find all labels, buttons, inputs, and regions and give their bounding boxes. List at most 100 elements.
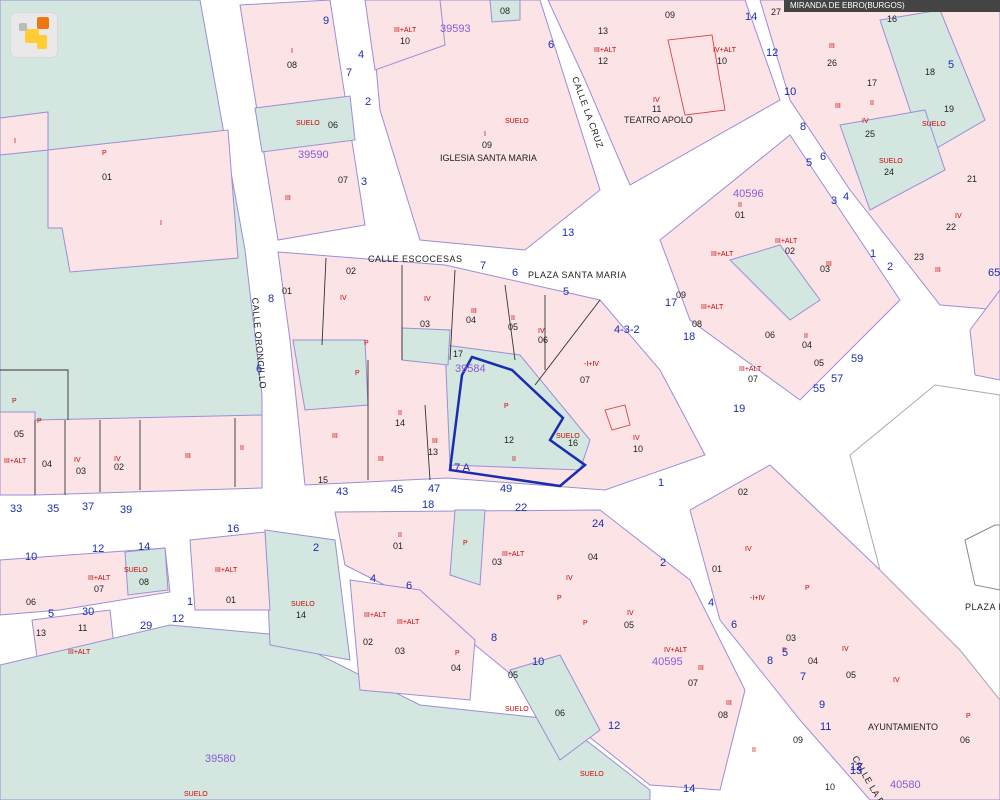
- parcel-label: 05: [814, 358, 824, 368]
- house-number: 49: [500, 483, 512, 495]
- category-label-ii: II: [804, 333, 808, 340]
- parcel-label: 10: [717, 56, 727, 66]
- parcel-label: 04: [42, 459, 52, 469]
- category-label-iii: III: [471, 308, 477, 315]
- house-number: 10: [532, 656, 544, 668]
- house-number: 30: [82, 606, 94, 618]
- house-number: 17: [665, 297, 677, 309]
- category-label-iv: IV: [955, 213, 962, 220]
- category-label-suelo: SUELO: [556, 433, 580, 440]
- parcel-label: 09: [482, 140, 492, 150]
- catastro-logo-icon[interactable]: [10, 12, 58, 58]
- cadastral-map[interactable]: CALLE ESCOCESAS PLAZA SANTA MARIA CALLE …: [0, 0, 1000, 800]
- parcel-label: 17: [867, 78, 877, 88]
- house-number: 35: [47, 503, 59, 515]
- parcel-label: 06: [960, 735, 970, 745]
- category-label-ii: II: [870, 100, 874, 107]
- category-label-iii: III: [935, 267, 941, 274]
- category-label-iii: III: [698, 665, 704, 672]
- house-number: 2: [365, 96, 371, 108]
- house-number: 2: [887, 261, 893, 273]
- parcel-label: 12: [598, 56, 608, 66]
- category-label-iv: IV: [74, 457, 81, 464]
- parcel-top-left[interactable]: [0, 111, 49, 156]
- parcel-label: 03: [492, 557, 502, 567]
- parcel-03-small[interactable]: [401, 327, 451, 366]
- parcel-01-left[interactable]: [47, 129, 239, 273]
- parcel-05-left[interactable]: [0, 411, 36, 496]
- category-label-iii: III: [726, 700, 732, 707]
- category-label-p: P: [364, 340, 369, 347]
- parcel-label: 12: [504, 435, 514, 445]
- house-number: 12: [766, 47, 778, 59]
- house-number: 3: [361, 176, 367, 188]
- parcel-label: 04: [808, 656, 818, 666]
- parcel-label: 10: [825, 782, 835, 792]
- house-number: 2: [660, 557, 666, 569]
- parcel-label: 22: [946, 222, 956, 232]
- category-label-ii: II: [511, 315, 515, 322]
- category-label-iv: IV: [842, 646, 849, 653]
- parcel-label: 23: [914, 252, 924, 262]
- category-label-iv: IV: [627, 610, 634, 617]
- block-number-39593: 39593: [440, 23, 471, 35]
- logo-square-yellow-2: [37, 35, 47, 49]
- parcel-label: 08: [500, 6, 510, 16]
- house-number: 4: [708, 597, 714, 609]
- parcel-label: 03: [76, 466, 86, 476]
- parcel-label: 05: [508, 322, 518, 332]
- house-number: 33: [10, 503, 22, 515]
- logo-graphic: [19, 17, 49, 49]
- parcel-18-green[interactable]: [449, 509, 486, 586]
- house-number: 1: [658, 477, 664, 489]
- category-label-iii: III: [285, 195, 291, 202]
- block-number-39580: 39580: [205, 753, 236, 765]
- parcel-label: 08: [692, 319, 702, 329]
- house-number: 4: [843, 191, 849, 203]
- category-label-iii-alt: III+ALT: [394, 27, 417, 34]
- house-number: 4: [358, 49, 364, 61]
- parcel-label: 07: [688, 678, 698, 688]
- parcel-label: 05: [624, 620, 634, 630]
- parcel-row-left[interactable]: [34, 414, 263, 496]
- category-label-ii: II: [240, 445, 244, 452]
- map-title: MIRANDA DE EBRO(BURGOS): [790, 1, 905, 10]
- category-label-iii-alt: III+ALT: [775, 238, 798, 245]
- house-number: 8: [767, 655, 773, 667]
- house-number: 14: [745, 11, 757, 23]
- parcel-label: 02: [346, 266, 356, 276]
- house-number: 55: [813, 383, 825, 395]
- category-label-iii-alt: III+ALT: [215, 567, 238, 574]
- category-label-iii-alt: III+ALT: [68, 649, 91, 656]
- parcel-label: 01: [226, 595, 236, 605]
- category-label-p: P: [504, 403, 509, 410]
- category-label-i: I: [291, 48, 293, 55]
- category-label-iii-alt: III+ALT: [4, 458, 27, 465]
- parcel-label: 14: [395, 418, 405, 428]
- category-label-iii: III: [432, 438, 438, 445]
- parcel-label: 06: [555, 708, 565, 718]
- house-number: 5: [48, 608, 54, 620]
- category-label-iv: IV: [893, 677, 900, 684]
- house-number: 19: [733, 403, 745, 415]
- house-number: 6: [820, 151, 826, 163]
- category-label-p: P: [805, 585, 810, 592]
- parcel-label: 10: [400, 36, 410, 46]
- category-label-p: P: [557, 595, 562, 602]
- category-label-p: P: [966, 713, 971, 720]
- category-label-iii: III: [185, 453, 191, 460]
- parcel-label: 03: [786, 633, 796, 643]
- parcel-label: 02: [363, 637, 373, 647]
- category-label-suelo: SUELO: [184, 791, 208, 798]
- parcel-label: 09: [793, 735, 803, 745]
- category-label-iv-alt: IV+ALT: [713, 47, 737, 54]
- parcel-label: 27: [771, 7, 781, 17]
- landmark-iglesia-santa-maria: IGLESIA SANTA MARIA: [440, 153, 537, 163]
- parcel-label: 18: [925, 67, 935, 77]
- parcel-label: 14: [296, 610, 306, 620]
- category-label-iv: IV: [653, 97, 660, 104]
- parcel-label: 24: [884, 167, 894, 177]
- house-number: 7: [800, 671, 806, 683]
- category-label-ii: II: [738, 202, 742, 209]
- category-label-p: P: [463, 540, 468, 547]
